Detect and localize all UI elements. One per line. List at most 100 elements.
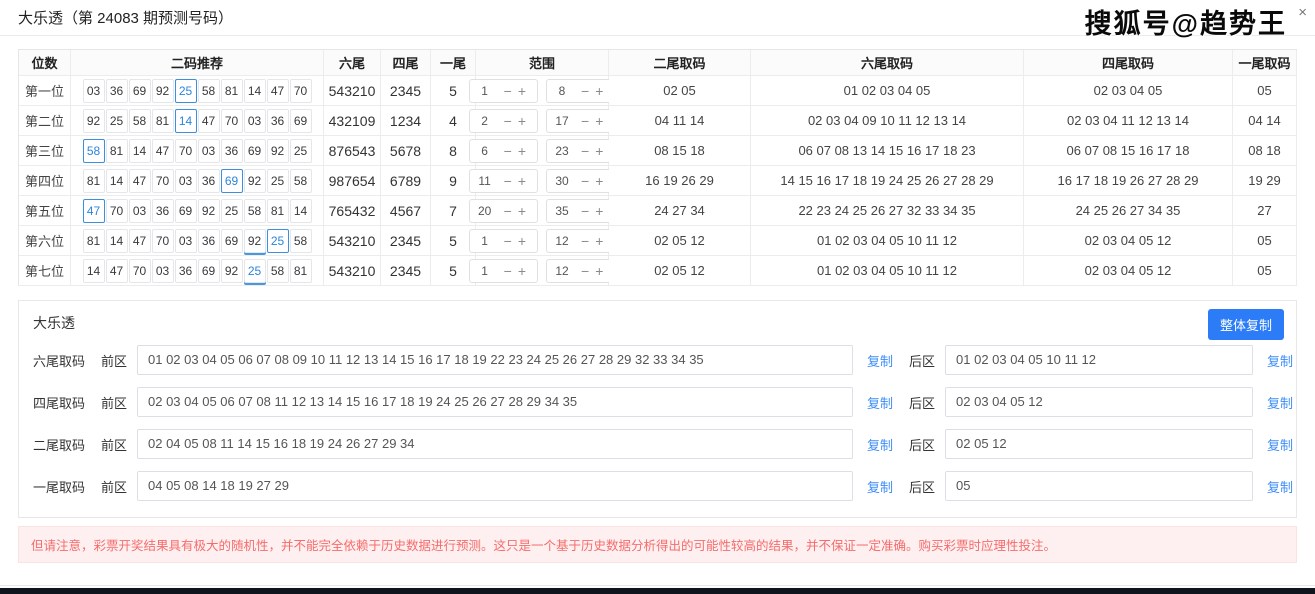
code-cell[interactable]: 03 — [129, 199, 151, 223]
front-zone-input[interactable]: 02 03 04 05 06 07 08 11 12 13 14 15 16 1… — [137, 387, 853, 417]
code-cell[interactable]: 03 — [83, 79, 105, 103]
code-cell[interactable]: 92 — [83, 109, 105, 133]
minus-button[interactable]: − — [501, 264, 515, 278]
code-cell[interactable]: 14 — [106, 169, 128, 193]
plus-button[interactable]: + — [592, 84, 606, 98]
code-cell[interactable]: 92 — [267, 139, 289, 163]
code-cell[interactable]: 81 — [83, 169, 105, 193]
code-cell[interactable]: 14 — [129, 139, 151, 163]
code-cell[interactable]: 25 — [290, 139, 312, 163]
code-cell[interactable]: 58 — [198, 79, 220, 103]
minus-button[interactable]: − — [578, 174, 592, 188]
code-cell[interactable]: 69 — [290, 109, 312, 133]
copy-back-link[interactable]: 复制 — [1267, 393, 1293, 412]
code-cell[interactable]: 14 — [83, 259, 105, 283]
code-cell[interactable]: 14 — [290, 199, 312, 223]
copy-front-link[interactable]: 复制 — [867, 393, 893, 412]
code-cell[interactable]: 03 — [198, 139, 220, 163]
copy-back-link[interactable]: 复制 — [1267, 435, 1293, 454]
plus-button[interactable]: + — [515, 204, 529, 218]
copy-front-link[interactable]: 复制 — [867, 435, 893, 454]
plus-button[interactable]: + — [515, 114, 529, 128]
plus-button[interactable]: + — [592, 174, 606, 188]
code-cell[interactable]: 69 — [129, 79, 151, 103]
back-zone-input[interactable]: 05 — [945, 471, 1253, 501]
code-cell[interactable]: 36 — [198, 229, 220, 253]
code-cell[interactable]: 70 — [129, 259, 151, 283]
minus-button[interactable]: − — [578, 144, 592, 158]
code-cell[interactable]: 69 — [221, 229, 243, 253]
code-cell[interactable]: 47 — [267, 79, 289, 103]
code-cell[interactable]: 70 — [290, 79, 312, 103]
close-icon[interactable]: × — [1298, 4, 1307, 21]
code-cell[interactable]: 92 — [244, 229, 266, 253]
code-cell[interactable]: 58 — [83, 139, 105, 163]
code-cell[interactable]: 36 — [221, 139, 243, 163]
code-cell[interactable]: 47 — [152, 139, 174, 163]
plus-button[interactable]: + — [592, 204, 606, 218]
code-cell[interactable]: 92 — [221, 259, 243, 283]
plus-button[interactable]: + — [592, 234, 606, 248]
code-cell[interactable]: 92 — [244, 169, 266, 193]
code-cell[interactable]: 47 — [198, 109, 220, 133]
minus-button[interactable]: − — [501, 114, 515, 128]
code-cell[interactable]: 03 — [244, 109, 266, 133]
minus-button[interactable]: − — [501, 204, 515, 218]
code-cell[interactable]: 81 — [106, 139, 128, 163]
code-cell[interactable]: 70 — [175, 139, 197, 163]
code-cell[interactable]: 81 — [152, 109, 174, 133]
code-cell[interactable]: 58 — [290, 229, 312, 253]
code-cell[interactable]: 47 — [83, 199, 105, 223]
copy-back-link[interactable]: 复制 — [1267, 477, 1293, 496]
plus-button[interactable]: + — [515, 264, 529, 278]
code-cell[interactable]: 03 — [175, 229, 197, 253]
code-cell[interactable]: 14 — [244, 79, 266, 103]
minus-button[interactable]: − — [501, 144, 515, 158]
plus-button[interactable]: + — [592, 264, 606, 278]
code-cell[interactable]: 14 — [106, 229, 128, 253]
plus-button[interactable]: + — [515, 174, 529, 188]
code-cell[interactable]: 14 — [175, 109, 197, 133]
back-zone-input[interactable]: 02 05 12 — [945, 429, 1253, 459]
code-cell[interactable]: 25 — [221, 199, 243, 223]
code-cell[interactable]: 92 — [198, 199, 220, 223]
code-cell[interactable]: 36 — [106, 79, 128, 103]
minus-button[interactable]: − — [578, 234, 592, 248]
code-cell[interactable]: 47 — [106, 259, 128, 283]
code-cell[interactable]: 36 — [152, 199, 174, 223]
minus-button[interactable]: − — [578, 204, 592, 218]
copy-front-link[interactable]: 复制 — [867, 351, 893, 370]
code-cell[interactable]: 58 — [244, 199, 266, 223]
code-cell[interactable]: 36 — [267, 109, 289, 133]
code-cell[interactable]: 70 — [106, 199, 128, 223]
plus-button[interactable]: + — [515, 234, 529, 248]
code-cell[interactable]: 03 — [175, 169, 197, 193]
code-cell[interactable]: 58 — [129, 109, 151, 133]
code-cell[interactable]: 25 — [267, 229, 289, 253]
code-cell[interactable]: 69 — [175, 199, 197, 223]
plus-button[interactable]: + — [592, 114, 606, 128]
code-cell[interactable]: 69 — [244, 139, 266, 163]
copy-back-link[interactable]: 复制 — [1267, 351, 1293, 370]
minus-button[interactable]: − — [501, 234, 515, 248]
code-cell[interactable]: 25 — [267, 169, 289, 193]
back-zone-input[interactable]: 01 02 03 04 05 10 11 12 — [945, 345, 1253, 375]
code-cell[interactable]: 69 — [198, 259, 220, 283]
code-cell[interactable]: 25 — [244, 259, 266, 283]
back-zone-input[interactable]: 02 03 04 05 12 — [945, 387, 1253, 417]
code-cell[interactable]: 58 — [290, 169, 312, 193]
code-cell[interactable]: 47 — [129, 169, 151, 193]
code-cell[interactable]: 81 — [221, 79, 243, 103]
code-cell[interactable]: 70 — [221, 109, 243, 133]
code-cell[interactable]: 70 — [152, 229, 174, 253]
code-cell[interactable]: 69 — [221, 169, 243, 193]
minus-button[interactable]: − — [578, 114, 592, 128]
code-cell[interactable]: 81 — [267, 199, 289, 223]
copy-front-link[interactable]: 复制 — [867, 477, 893, 496]
code-cell[interactable]: 81 — [290, 259, 312, 283]
code-cell[interactable]: 36 — [175, 259, 197, 283]
code-cell[interactable]: 58 — [267, 259, 289, 283]
code-cell[interactable]: 03 — [152, 259, 174, 283]
code-cell[interactable]: 36 — [198, 169, 220, 193]
front-zone-input[interactable]: 04 05 08 14 18 19 27 29 — [137, 471, 853, 501]
